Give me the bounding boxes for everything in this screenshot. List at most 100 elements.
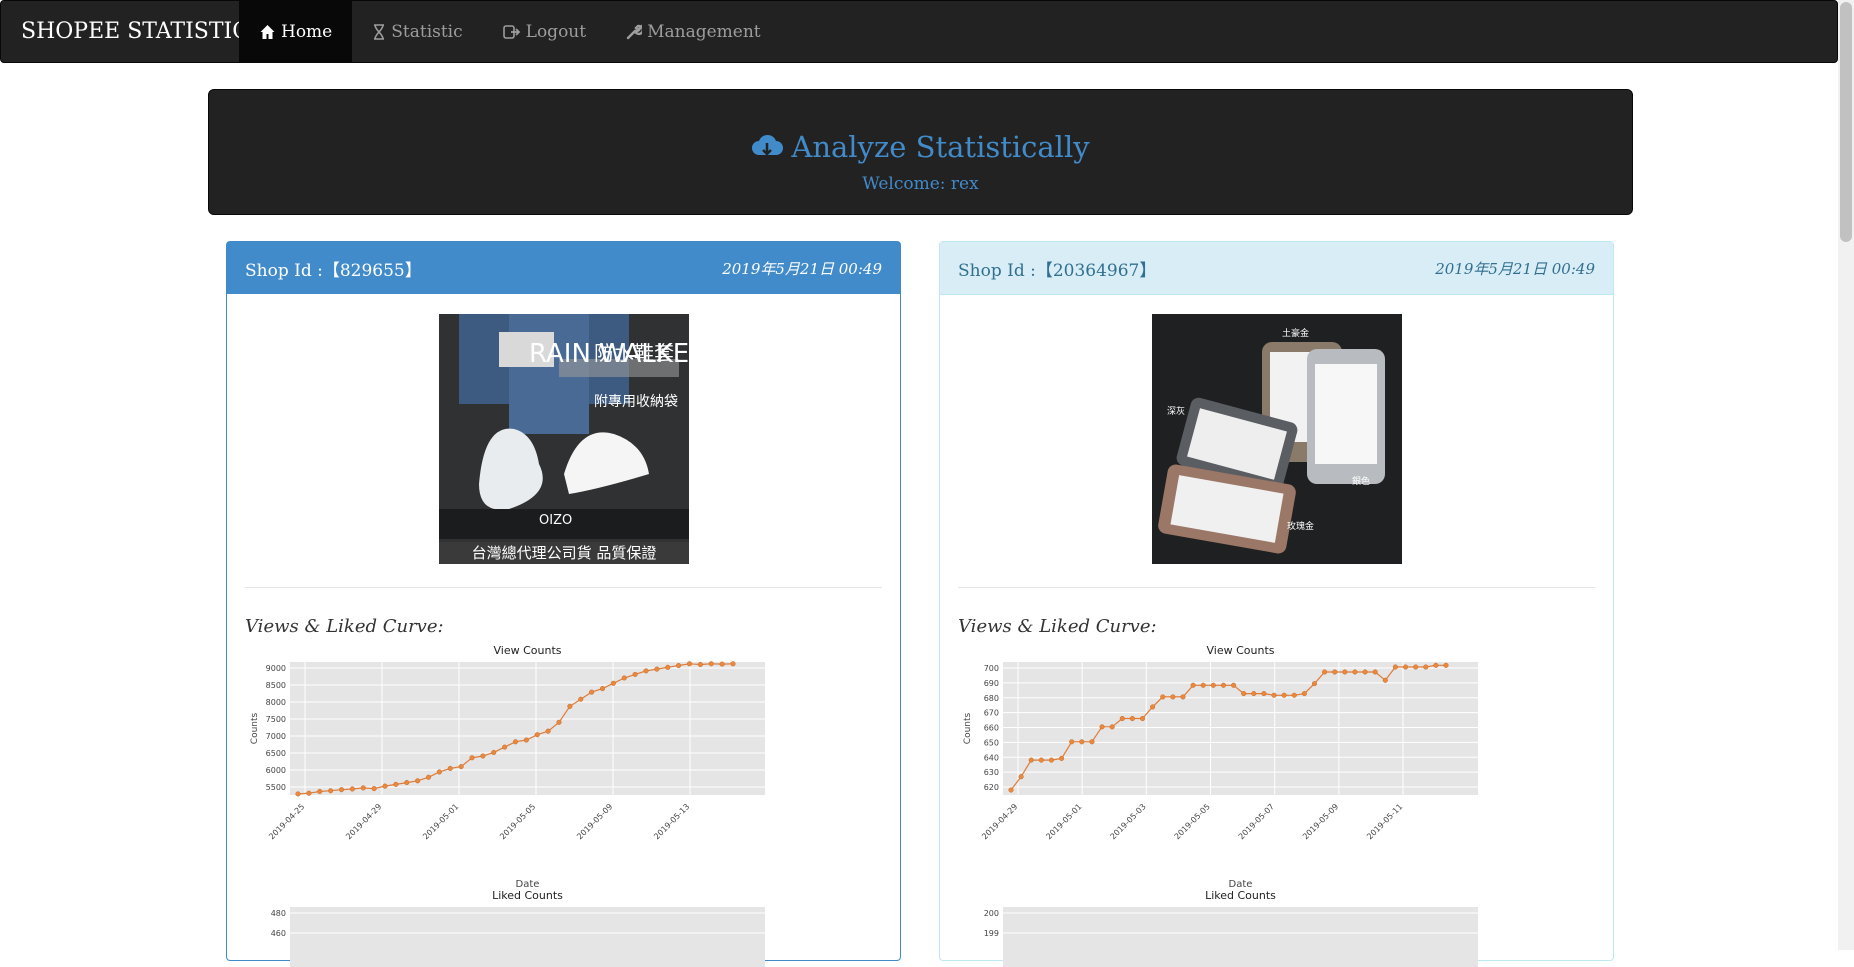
data-point — [1190, 682, 1196, 688]
x-tick-label: 2019-05-01 — [421, 802, 460, 841]
data-point — [1170, 694, 1176, 700]
data-point — [697, 661, 703, 668]
y-tick-label: 680 — [984, 694, 999, 703]
data-point — [1311, 681, 1318, 687]
x-tick-label: 2019-04-25 — [267, 802, 306, 841]
data-point — [1200, 682, 1206, 688]
data-point — [1018, 774, 1024, 780]
data-point — [1433, 662, 1439, 668]
data-point — [1372, 669, 1378, 675]
product-image-id-card[interactable]: 土豪金 深灰 銀色 玫瑰金 — [1152, 314, 1402, 564]
brand-title[interactable]: SHOPEE STATISTIC — [21, 19, 249, 44]
x-tick-label: 2019-04-29 — [344, 802, 383, 841]
data-point — [1008, 787, 1014, 793]
view-counts-chart: View Counts 700 690 680 670 660 650 640 630 620 20… — [963, 644, 1478, 890]
data-point — [447, 765, 453, 771]
y-tick-label: 460 — [271, 929, 286, 938]
data-point — [686, 661, 693, 667]
y-tick-label: 5500 — [266, 783, 286, 792]
cloud-download-icon — [752, 134, 784, 156]
y-tick-label: 660 — [984, 724, 999, 733]
data-point — [1139, 715, 1146, 722]
nav-logout-label: Logout — [525, 22, 587, 42]
curve-label: Views & Liked Curve: — [958, 616, 1157, 637]
data-point — [425, 774, 432, 780]
image-brand: OIZO — [539, 513, 572, 528]
nav-management[interactable]: Management — [606, 1, 781, 63]
image-label-silver: 銀色 — [1352, 475, 1370, 487]
shop-id: Shop Id :【829655】 — [245, 260, 422, 281]
data-point — [502, 744, 508, 750]
plot-area — [290, 662, 765, 795]
y-tick-label: 199 — [984, 929, 999, 938]
data-point — [349, 786, 355, 792]
y-axis-label: Counts — [250, 712, 260, 744]
data-point — [1129, 715, 1135, 722]
chart-title: Liked Counts — [492, 889, 563, 902]
data-point — [1423, 664, 1429, 670]
data-point — [589, 689, 595, 695]
image-footer: 台灣總代理公司貨 品質保證 — [472, 544, 657, 562]
data-point — [360, 785, 366, 791]
product-image-rain-walker[interactable]: RAIN WALKER 防水鞋套 附專用收納袋 OIZO 台灣總代理公司貨 品質… — [439, 314, 689, 564]
data-point — [1048, 757, 1055, 763]
nav-logout[interactable]: Logout — [483, 1, 606, 63]
data-point — [1342, 669, 1348, 675]
data-point — [1301, 691, 1307, 697]
data-point — [317, 788, 323, 795]
y-tick-label: 7500 — [266, 715, 286, 724]
data-point — [665, 664, 671, 670]
y-tick-label: 8500 — [266, 681, 286, 690]
data-point — [1231, 682, 1237, 688]
x-tick-label: 2019-05-03 — [1109, 802, 1148, 841]
image-label-rose: 玫瑰金 — [1287, 520, 1314, 532]
data-point — [1352, 669, 1358, 675]
x-tick-label: 2019-05-05 — [498, 802, 537, 841]
data-point — [306, 790, 312, 796]
shop-panel-20364967: Shop Id :【20364967】 2019年5月21日 00:49 土豪金… — [939, 241, 1614, 967]
data-point — [1079, 739, 1085, 745]
divider — [245, 587, 882, 588]
liked-counts-chart: Liked Counts 480 460 — [271, 889, 765, 967]
y-tick-label: 640 — [984, 753, 999, 762]
nav-management-label: Management — [647, 22, 761, 42]
panel-heading: Shop Id :【829655】 2019年5月21日 00:49 — [227, 242, 900, 294]
page-scrollbar[interactable] — [1838, 0, 1854, 950]
data-point — [1109, 724, 1115, 730]
data-point — [1251, 691, 1257, 697]
y-tick-label: 670 — [984, 709, 999, 718]
data-point — [654, 666, 660, 672]
nav-statistic-label: Statistic — [391, 22, 463, 42]
x-tick-label: 2019-05-01 — [1044, 802, 1083, 841]
data-point — [1069, 739, 1075, 745]
data-point — [610, 680, 616, 686]
y-tick-label: 8000 — [266, 698, 286, 707]
x-tick-label: 2019-05-05 — [1173, 802, 1212, 841]
chart-title: View Counts — [494, 644, 562, 657]
data-point — [708, 661, 714, 667]
data-point — [1382, 677, 1388, 683]
nav-menu: Home Statistic Logout Management — [239, 1, 781, 63]
data-point — [480, 753, 486, 759]
data-point — [1180, 694, 1186, 700]
x-tick-label: 2019-05-13 — [652, 802, 691, 841]
wrench-icon — [626, 24, 643, 40]
logout-icon — [502, 25, 520, 39]
data-point — [1220, 682, 1226, 688]
data-point — [676, 662, 682, 669]
plot-area — [290, 907, 765, 967]
data-point — [556, 719, 562, 725]
nav-home[interactable]: Home — [239, 1, 353, 63]
chart-title: Liked Counts — [1205, 889, 1276, 902]
scrollbar-thumb[interactable] — [1840, 2, 1852, 242]
plot-area — [1003, 907, 1478, 967]
data-point — [599, 686, 606, 692]
data-point — [393, 781, 399, 787]
data-point — [415, 778, 421, 784]
nav-statistic[interactable]: Statistic — [352, 1, 482, 63]
data-point — [328, 788, 334, 794]
y-tick-label: 650 — [984, 738, 999, 747]
y-tick-label: 480 — [271, 909, 286, 918]
data-point — [1271, 692, 1277, 698]
image-text-note: 附專用收納袋 — [594, 394, 678, 410]
